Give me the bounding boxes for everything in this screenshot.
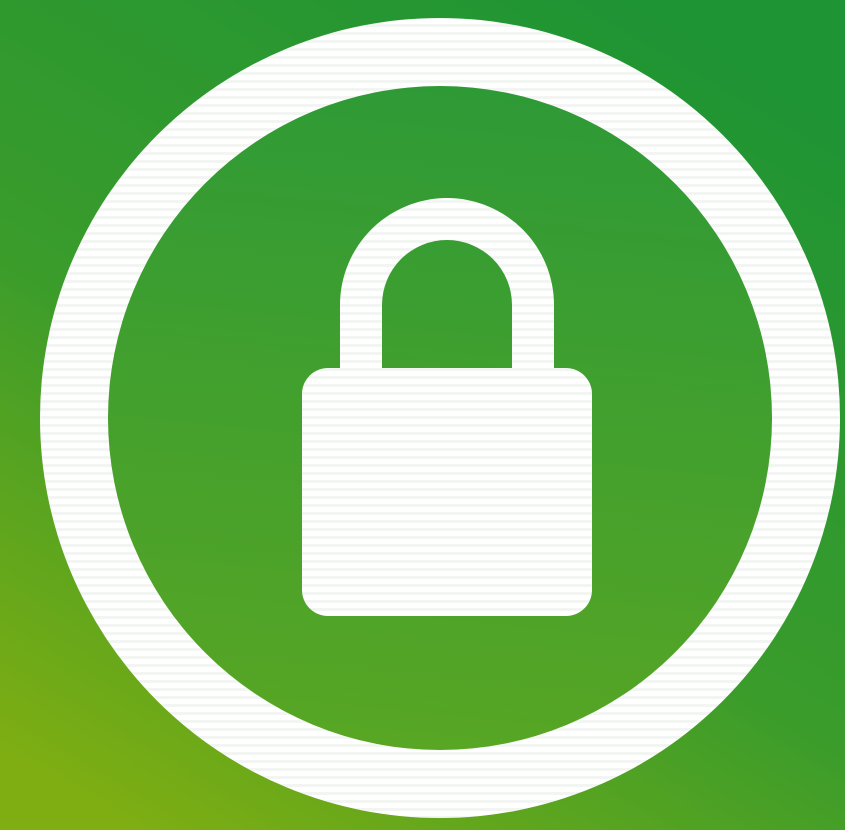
lock-sign-graphic xyxy=(0,0,845,830)
white-shapes xyxy=(0,0,845,830)
lock-sign-photo xyxy=(0,0,845,830)
